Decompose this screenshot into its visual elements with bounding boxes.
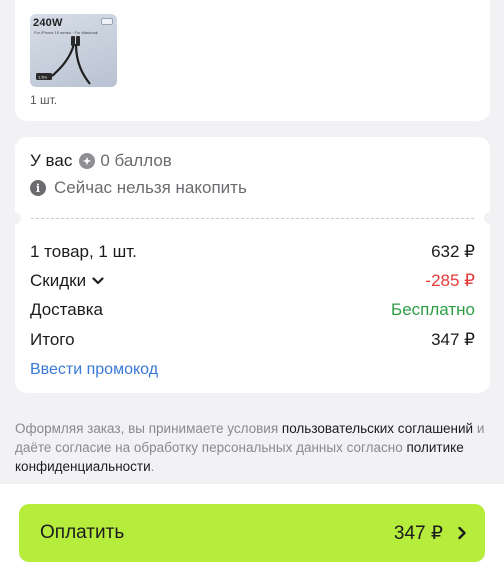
- summary-total-row: Итого 347 ₽: [30, 329, 475, 351]
- pay-button-label: Оплатить: [40, 522, 125, 543]
- points-balance-row: У вас 0 баллов: [30, 151, 172, 171]
- summary-discounts-label[interactable]: Скидки: [30, 271, 86, 291]
- svg-text:1.5m: 1.5m: [38, 75, 48, 80]
- legal-text-part3: .: [150, 459, 155, 474]
- summary-items-label: 1 товар, 1 шт.: [30, 242, 137, 261]
- product-quantity: 1 шт.: [30, 93, 58, 107]
- chevron-down-icon[interactable]: [91, 274, 105, 288]
- pay-button[interactable]: Оплатить 347 ₽: [19, 504, 485, 562]
- promo-code-link[interactable]: Ввести промокод: [30, 361, 158, 379]
- points-coin-icon: [79, 153, 96, 169]
- chevron-right-icon: [458, 526, 466, 540]
- legal-consent-text: Оформляя заказ, вы принимаете условия по…: [15, 419, 485, 476]
- points-info-row: i Сейчас нельзя накопить: [30, 178, 247, 198]
- summary-delivery-row: Доставка Бесплатно: [30, 299, 475, 321]
- ticket-divider: [9, 212, 496, 227]
- order-summary-card: 1 товар, 1 шт. 632 ₽ Скидки -285 ₽ Доста…: [15, 227, 490, 393]
- points-balance: 0 баллов: [100, 151, 172, 170]
- points-info-text: Сейчас нельзя накопить: [54, 178, 247, 197]
- points-label: У вас: [30, 151, 73, 170]
- summary-total-value: 347 ₽: [431, 330, 475, 349]
- points-card: У вас 0 баллов i Сейчас нельзя накопить: [15, 137, 490, 215]
- summary-delivery-label: Доставка: [30, 300, 104, 319]
- pay-button-amount: 347 ₽: [393, 522, 443, 544]
- summary-items-value: 632 ₽: [431, 242, 475, 261]
- product-image[interactable]: 240W For iPhone 15 series · For Macbook …: [30, 14, 117, 87]
- summary-items-row: 1 товар, 1 шт. 632 ₽: [30, 241, 475, 263]
- info-icon: i: [30, 180, 46, 196]
- summary-total-label: Итого: [30, 330, 75, 349]
- cable-icon: 1.5m: [36, 36, 91, 85]
- summary-delivery-value: Бесплатно: [391, 300, 475, 319]
- user-agreements-link[interactable]: пользовательских соглашений: [282, 421, 473, 436]
- summary-discounts-row[interactable]: Скидки -285 ₽: [30, 270, 475, 292]
- legal-text-part1: Оформляя заказ, вы принимаете условия: [15, 421, 282, 436]
- product-card: 240W For iPhone 15 series · For Macbook …: [15, 0, 490, 121]
- summary-discounts-value: -285 ₽: [425, 271, 475, 290]
